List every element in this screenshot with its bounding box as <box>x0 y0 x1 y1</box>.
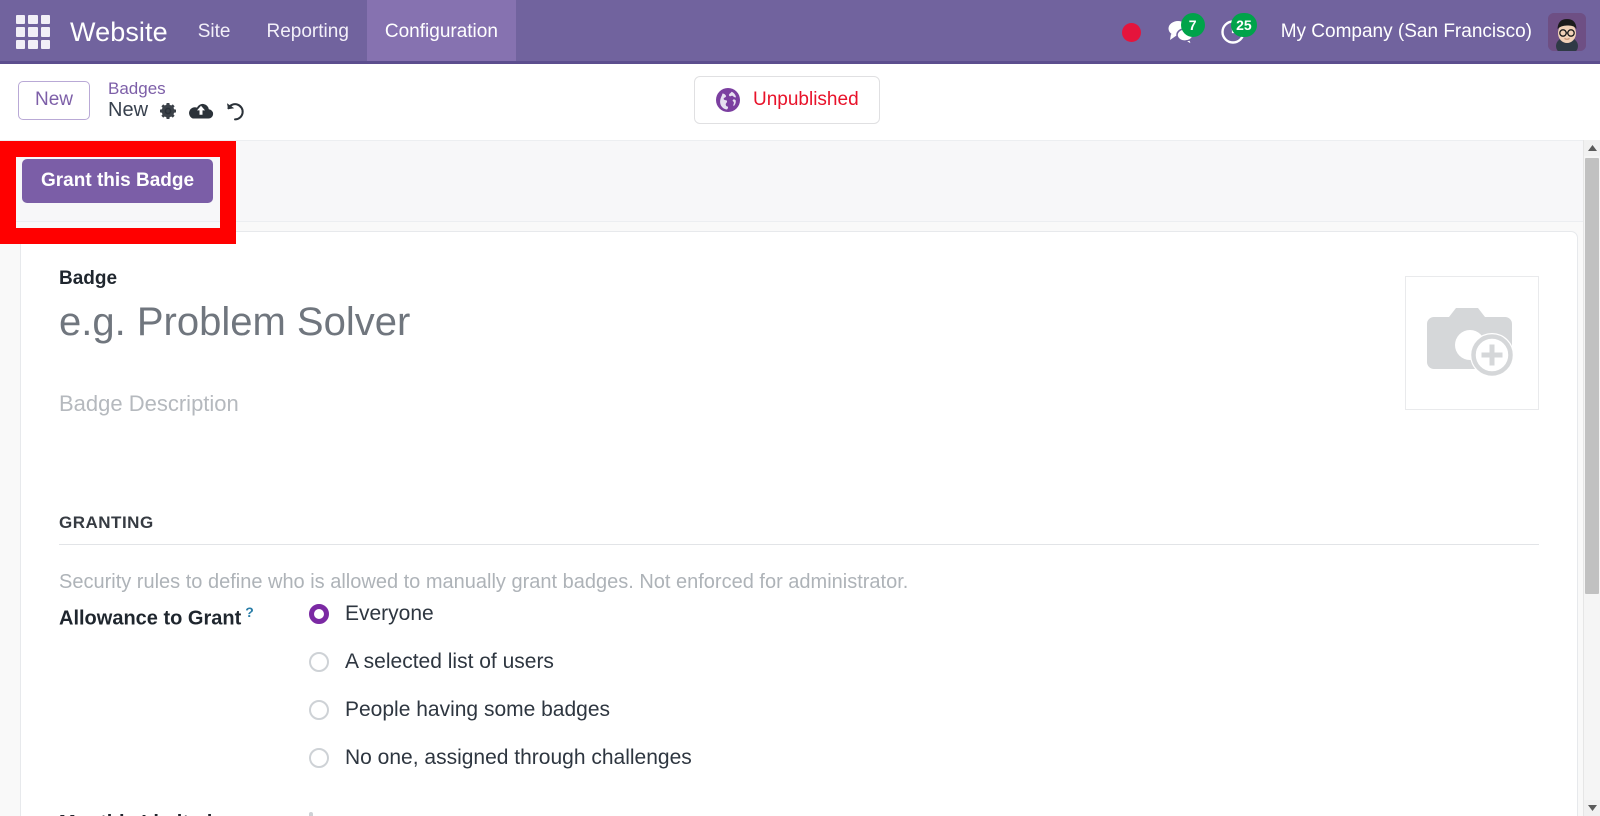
apps-grid-cell <box>16 27 26 37</box>
publish-status-label: Unpublished <box>753 89 859 110</box>
badge-image-upload[interactable] <box>1405 276 1539 410</box>
new-record-button[interactable]: New <box>18 81 91 120</box>
monthly-limited-row: Monthly Limited <box>59 808 1539 816</box>
allowance-to-grant-label-text: Allowance to Grant <box>59 607 242 630</box>
apps-grid-cell <box>40 27 50 37</box>
allowance-radio-group: Everyone A selected list of users People… <box>309 600 692 770</box>
gear-icon-glyph <box>160 102 177 119</box>
monthly-limited-control <box>309 808 313 816</box>
radio-option-no-one-challenges[interactable]: No one, assigned through challenges <box>309 746 692 770</box>
navbar-right-section: 7 25 My Company (San Francisco) <box>1116 0 1600 64</box>
apps-grid-cell <box>28 15 38 25</box>
scroll-down-arrow-icon[interactable] <box>1584 800 1600 816</box>
form-content-area: Grant this Badge Badge e.g. Problem Solv… <box>0 140 1600 816</box>
avatar[interactable] <box>1548 13 1586 51</box>
breadcrumb: Badges New <box>108 79 246 123</box>
radio-label-everyone: Everyone <box>345 602 434 625</box>
scroll-up-arrow-icon[interactable] <box>1584 140 1600 156</box>
badge-description-input[interactable]: Badge Description <box>59 391 1375 417</box>
breadcrumb-current-row: New <box>108 99 246 122</box>
app-brand-website[interactable]: Website <box>70 17 168 48</box>
allowance-to-grant-row: Allowance to Grant? Everyone A selected … <box>59 600 1539 770</box>
apps-grid-cell <box>40 39 50 49</box>
badge-fields-column: Badge e.g. Problem Solver Badge Descript… <box>59 268 1405 417</box>
apps-grid-cell <box>16 39 26 49</box>
radio-mark-people-having-badges[interactable] <box>309 700 329 720</box>
record-dot-icon[interactable] <box>1121 22 1141 42</box>
globe-icon <box>716 88 740 112</box>
menu-item-reporting[interactable]: Reporting <box>249 0 367 64</box>
menu-item-configuration[interactable]: Configuration <box>366 0 516 64</box>
company-switcher[interactable]: My Company (San Francisco) <box>1281 21 1532 43</box>
apps-grid-cell <box>28 39 38 49</box>
cloud-upload-save-icon[interactable] <box>188 101 214 121</box>
camera-add-photo-icon <box>1427 308 1514 377</box>
granting-help-text: Security rules to define who is allowed … <box>59 571 909 593</box>
activities-menu-button[interactable]: 25 <box>1207 11 1259 53</box>
form-statusbar: Grant this Badge <box>0 140 1600 222</box>
radio-option-everyone[interactable]: Everyone <box>309 602 692 626</box>
allowance-help-tooltip-icon[interactable]: ? <box>245 604 254 620</box>
undo-discard-icon[interactable] <box>224 100 246 122</box>
apps-grid-cell <box>40 15 50 25</box>
cloud-upload-save-icon-glyph <box>189 103 214 119</box>
undo-discard-icon-glyph <box>227 102 244 121</box>
scroll-up-arrow-glyph <box>1588 145 1597 151</box>
badge-name-label: Badge <box>59 268 118 289</box>
radio-label-people-having-badges: People having some badges <box>345 698 611 721</box>
scroll-down-arrow-glyph <box>1588 805 1597 811</box>
top-navbar: Website Site Reporting Configuration 7 2… <box>0 0 1600 64</box>
vertical-scrollbar[interactable] <box>1583 140 1600 816</box>
breadcrumb-item-new: New <box>108 99 149 122</box>
breadcrumb-item-badges[interactable]: Badges <box>108 79 246 99</box>
form-sheet: Badge e.g. Problem Solver Badge Descript… <box>20 231 1578 816</box>
granting-section-title: GRANTING <box>59 513 1539 545</box>
apps-grid-cell <box>16 15 26 25</box>
messaging-menu-button[interactable]: 7 <box>1155 11 1207 53</box>
menu-item-site[interactable]: Site <box>180 0 249 64</box>
messaging-badge-count: 7 <box>1180 13 1205 37</box>
form-sheet-header: Badge e.g. Problem Solver Badge Descript… <box>59 268 1539 417</box>
grant-this-badge-button[interactable]: Grant this Badge <box>22 159 214 203</box>
radio-mark-no-one-challenges[interactable] <box>309 748 329 768</box>
control-panel: New Badges New Unpublished <box>0 64 1600 138</box>
avatar-image <box>1548 13 1586 51</box>
apps-grid-icon[interactable] <box>14 13 52 51</box>
radio-label-no-one-challenges: No one, assigned through challenges <box>345 746 692 769</box>
radio-mark-selected-users[interactable] <box>309 652 329 672</box>
allowance-to-grant-label: Allowance to Grant? <box>59 600 309 631</box>
monthly-limited-checkbox[interactable] <box>309 812 313 816</box>
gear-icon[interactable] <box>158 101 178 121</box>
scrollbar-thumb[interactable] <box>1585 158 1599 594</box>
badge-name-input[interactable]: e.g. Problem Solver <box>59 297 1375 347</box>
radio-label-selected-users: A selected list of users <box>345 650 554 673</box>
monthly-limited-label: Monthly Limited <box>59 808 309 816</box>
radio-mark-everyone[interactable] <box>309 604 329 624</box>
publish-toggle-button[interactable]: Unpublished <box>694 76 880 124</box>
radio-option-people-having-badges[interactable]: People having some badges <box>309 698 692 722</box>
apps-grid-cell <box>28 27 38 37</box>
radio-option-selected-users[interactable]: A selected list of users <box>309 650 692 674</box>
activities-badge-count: 25 <box>1231 13 1257 37</box>
